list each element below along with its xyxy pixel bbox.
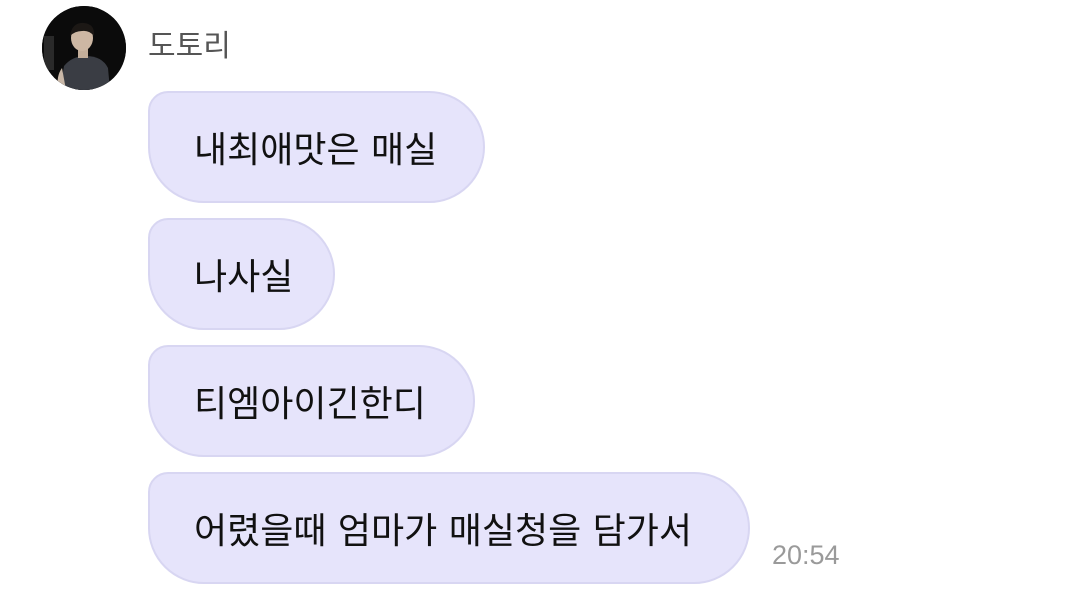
message-bubble[interactable]: 나사실	[148, 218, 335, 330]
message-bubble[interactable]: 어렸을때 엄마가 매실청을 담가서	[148, 472, 750, 584]
message-text: 어렸을때 엄마가 매실청을 담가서	[194, 511, 693, 552]
profile-photo-icon[interactable]	[42, 6, 126, 90]
message-bubble[interactable]: 티엠아이긴한디	[148, 345, 475, 457]
message-text: 티엠아이긴한디	[194, 384, 426, 425]
sender-name: 도토리	[148, 29, 231, 64]
message-timestamp: 20:54	[772, 540, 840, 570]
message-bubble[interactable]: 내최애맛은 매실	[148, 91, 485, 203]
message-text: 내최애맛은 매실	[194, 130, 438, 171]
message-text: 나사실	[194, 257, 294, 298]
avatar-image	[42, 6, 126, 90]
